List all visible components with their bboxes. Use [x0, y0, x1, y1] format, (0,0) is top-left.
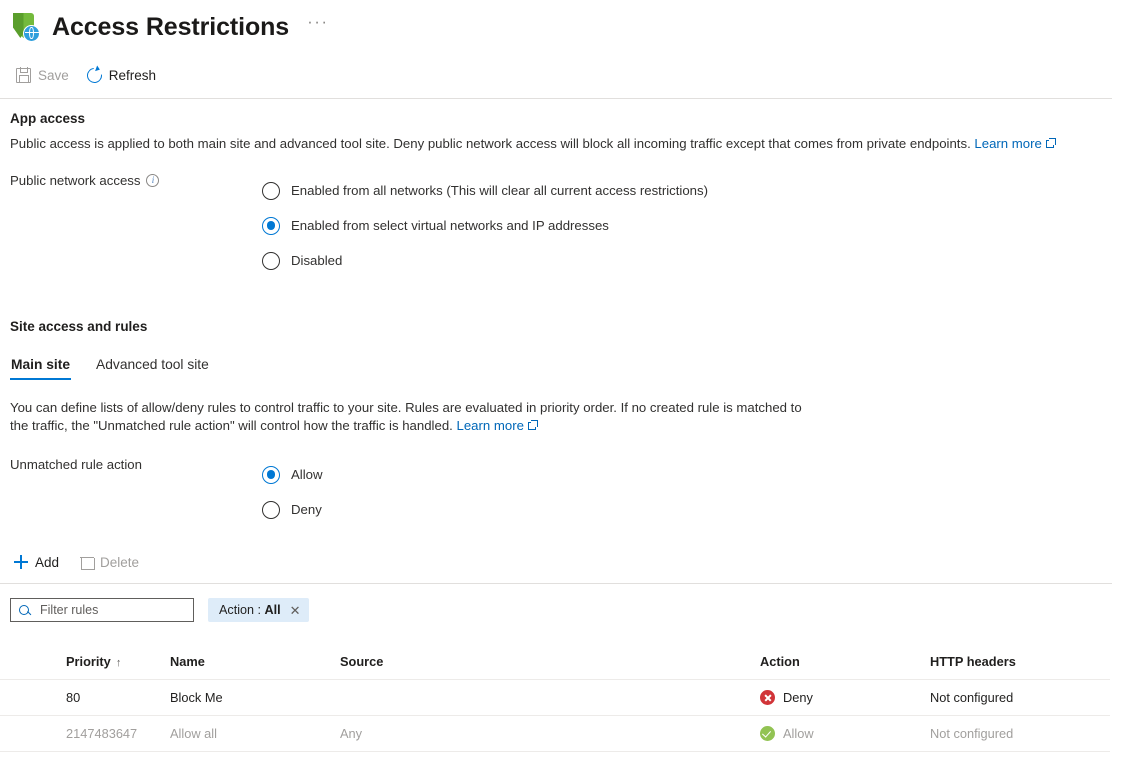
cell-action-label: Deny	[783, 690, 813, 705]
table-row[interactable]: 80 Block Me Deny Not configured	[0, 679, 1110, 716]
cell-name: Block Me	[170, 679, 340, 716]
sort-ascending-icon: ↑	[115, 657, 122, 669]
filter-rules-searchbox[interactable]	[10, 598, 194, 622]
radio-unmatched-allow[interactable]: Allow	[262, 457, 323, 492]
shield-globe-icon	[12, 12, 42, 42]
add-rule-button[interactable]: Add	[14, 555, 59, 570]
cell-priority: 2147483647	[0, 715, 170, 752]
radio-indicator	[262, 216, 280, 235]
radio-enabled-select-networks[interactable]: Enabled from select virtual networks and…	[262, 208, 708, 243]
cell-action-label: Allow	[783, 726, 814, 741]
tab-main-site[interactable]: Main site	[10, 355, 72, 380]
delete-rule-button-label: Delete	[100, 554, 140, 570]
action-filter-prefix: Action :	[219, 603, 261, 617]
radio-unmatched-deny[interactable]: Deny	[262, 492, 323, 527]
public-network-access-label-text: Public network access	[10, 173, 141, 188]
unmatched-rule-action-label: Unmatched rule action	[10, 457, 142, 472]
action-filter-value: All	[264, 603, 281, 617]
command-bar-divider	[0, 98, 1112, 99]
external-link-icon	[1045, 138, 1056, 148]
save-icon	[16, 67, 31, 83]
site-tabs: Main site Advanced tool site	[0, 355, 1126, 380]
table-row[interactable]: 2147483647 Allow all Any Allow Not confi…	[0, 715, 1110, 752]
public-network-access-label: Public network access i	[0, 173, 262, 188]
close-icon[interactable]: ✕	[290, 604, 301, 617]
add-rule-button-label: Add	[35, 554, 60, 570]
action-filter-pill-label: Action : All	[219, 603, 281, 617]
cell-action: Deny	[760, 679, 930, 716]
refresh-button-label: Refresh	[108, 67, 157, 83]
more-options-button[interactable]: ···	[307, 13, 328, 37]
radio-label: Deny	[291, 502, 322, 517]
allow-icon	[760, 726, 775, 741]
cell-http-headers: Not configured	[930, 679, 1110, 716]
cell-http-headers: Not configured	[930, 715, 1110, 752]
command-bar: Save Refresh	[0, 58, 1126, 92]
cell-action: Allow	[760, 715, 930, 752]
app-access-description-text: Public access is applied to both main si…	[10, 136, 975, 151]
radio-label: Enabled from select virtual networks and…	[291, 218, 609, 233]
info-icon[interactable]: i	[146, 174, 160, 187]
plus-icon	[14, 555, 28, 569]
cell-source: Any	[340, 715, 760, 752]
unmatched-rule-action-radio-group: Allow Deny	[262, 457, 323, 527]
column-header-name[interactable]: Name	[170, 648, 340, 680]
rules-toolbar-divider	[0, 583, 1112, 584]
refresh-icon	[87, 68, 102, 83]
site-access-description-text: You can define lists of allow/deny rules…	[10, 400, 802, 433]
save-button-label: Save	[38, 67, 69, 83]
save-button[interactable]: Save	[16, 67, 69, 83]
radio-indicator	[262, 500, 280, 519]
radio-indicator	[262, 181, 280, 200]
radio-enabled-all-networks[interactable]: Enabled from all networks (This will cle…	[262, 173, 708, 208]
table-header-row: Priority ↑ Name Source Action HTTP header…	[0, 648, 1110, 680]
column-header-source[interactable]: Source	[340, 648, 760, 680]
column-header-http-headers[interactable]: HTTP headers	[930, 648, 1110, 680]
app-access-description: Public access is applied to both main si…	[0, 135, 1100, 153]
trash-icon	[80, 555, 96, 570]
rules-toolbar: Add Delete	[0, 547, 1126, 577]
site-access-description: You can define lists of allow/deny rules…	[0, 399, 812, 435]
cell-source	[340, 679, 760, 716]
page-title: Access Restrictions	[52, 12, 290, 41]
rules-table-container: Priority ↑ Name Source Action HTTP header…	[0, 648, 1126, 752]
action-filter-pill[interactable]: Action : All ✕	[208, 598, 309, 622]
column-header-action[interactable]: Action	[760, 648, 930, 680]
cell-name: Allow all	[170, 715, 340, 752]
deny-icon	[760, 690, 775, 705]
radio-label: Enabled from all networks (This will cle…	[291, 183, 709, 198]
radio-indicator	[262, 251, 280, 270]
site-access-learn-more-link[interactable]: Learn more	[457, 418, 524, 433]
public-network-access-radio-group: Enabled from all networks (This will cle…	[262, 173, 708, 278]
filter-row: Action : All ✕	[0, 595, 1126, 625]
page-header: Access Restrictions ···	[0, 0, 1126, 46]
public-network-access-field: Public network access i Enabled from all…	[0, 173, 1126, 278]
app-access-learn-more-link[interactable]: Learn more	[974, 136, 1041, 151]
column-header-priority[interactable]: Priority ↑	[0, 648, 170, 680]
radio-label: Disabled	[291, 253, 343, 268]
refresh-button[interactable]: Refresh	[87, 68, 156, 83]
site-access-heading: Site access and rules	[10, 319, 148, 334]
filter-rules-input[interactable]	[38, 602, 185, 618]
delete-rule-button[interactable]: Delete	[80, 554, 140, 570]
radio-indicator	[262, 465, 280, 484]
search-icon	[19, 604, 30, 616]
radio-disabled[interactable]: Disabled	[262, 243, 708, 278]
column-header-priority-label: Priority	[66, 654, 111, 669]
tab-advanced-tool-site[interactable]: Advanced tool site	[95, 355, 210, 380]
rules-table: Priority ↑ Name Source Action HTTP header…	[0, 648, 1110, 752]
cell-priority: 80	[0, 679, 170, 716]
external-link-icon	[527, 420, 538, 430]
unmatched-rule-action-field: Unmatched rule action Allow Deny	[0, 457, 1126, 527]
radio-label: Allow	[291, 467, 323, 482]
app-access-heading: App access	[10, 111, 86, 126]
